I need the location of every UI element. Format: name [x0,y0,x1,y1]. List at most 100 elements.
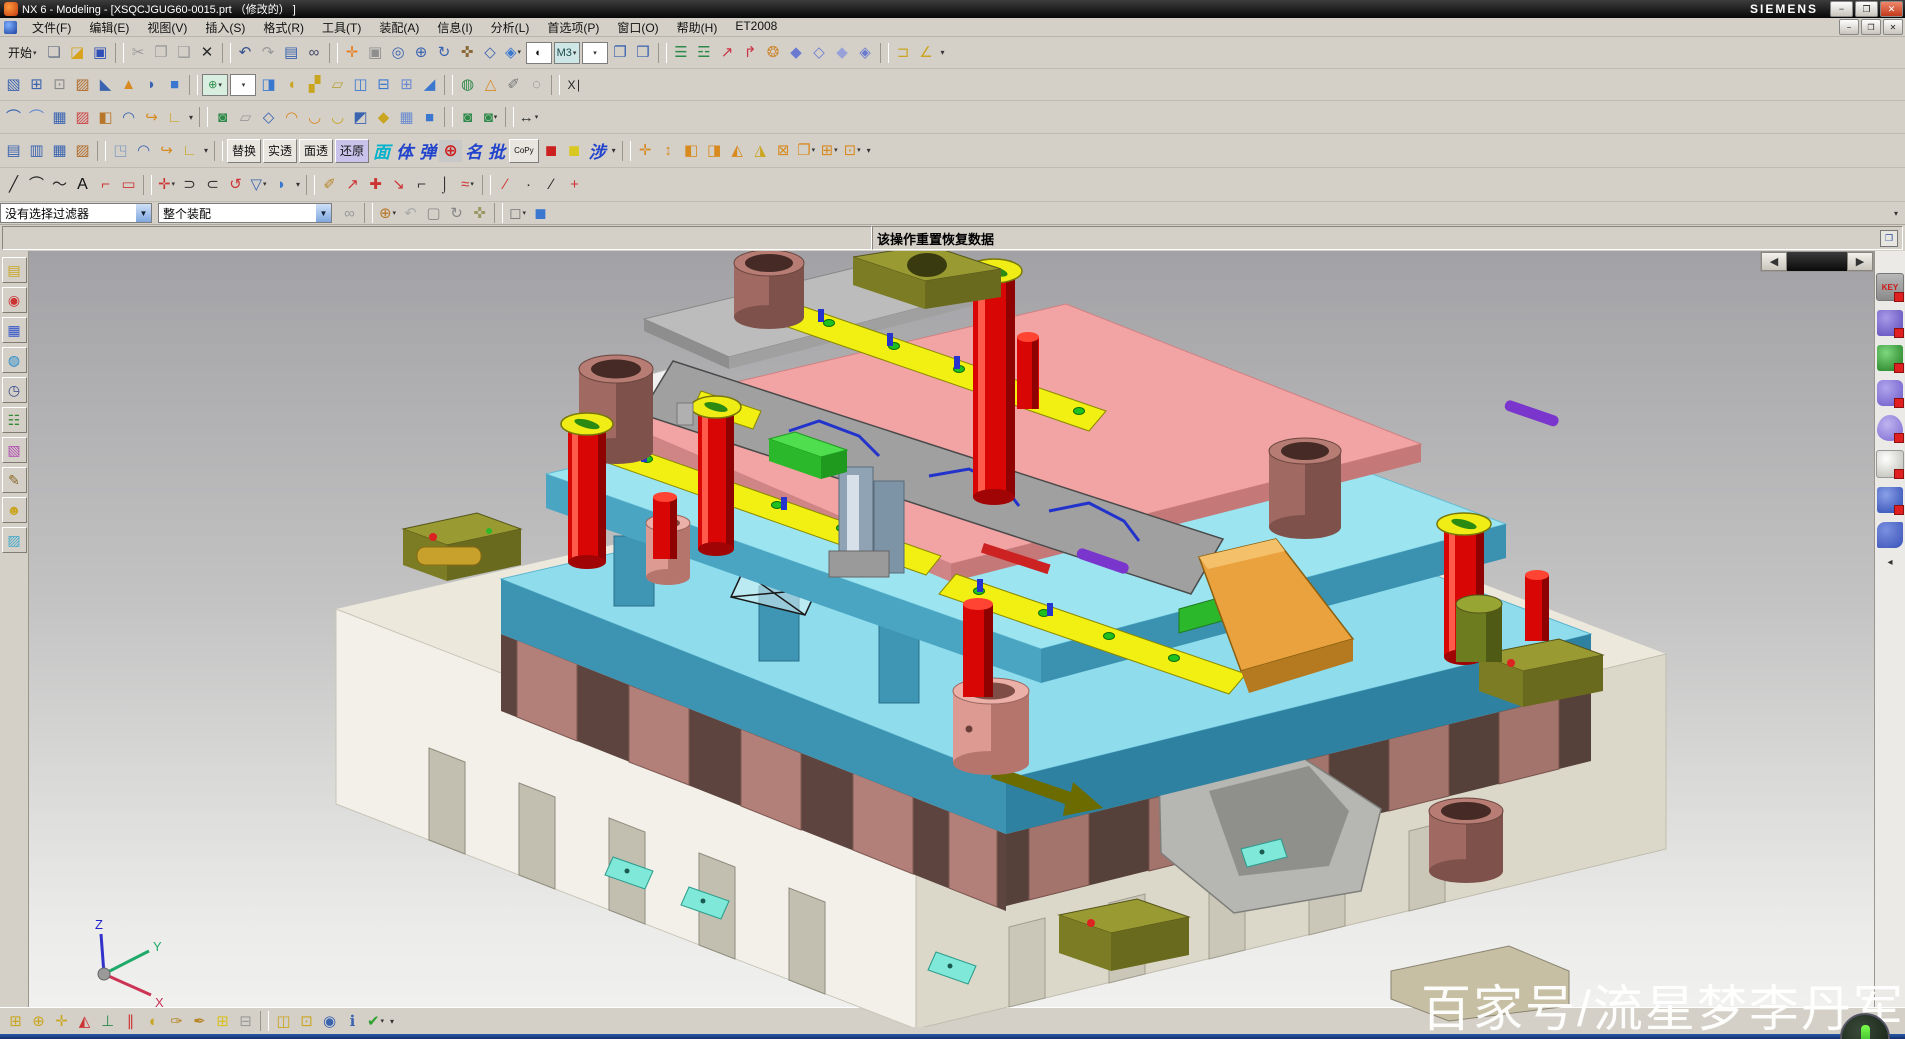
start-button[interactable]: 开始▾ [2,42,43,64]
point-line-b-icon[interactable]: · [517,174,540,196]
join-curve-icon[interactable]: ⌡ [433,174,456,196]
pan-view-icon[interactable]: ✜ [456,42,479,64]
view-popup-button[interactable]: ❒ [1880,230,1898,247]
dimension-tool-icon-dropdown[interactable]: ▾ [535,114,539,121]
text-tool-icon[interactable]: A [71,174,94,196]
start-button-dropdown[interactable]: ▾ [33,49,37,57]
copy-face-icon-dropdown[interactable]: ▾ [812,147,816,154]
delete-face-icon[interactable]: ◭ [726,140,749,162]
corner-feature-icon[interactable]: ◣ [94,74,117,96]
extrude-icon[interactable]: ◨ [257,74,280,96]
chamfer-icon[interactable]: ▽▾ [247,174,270,196]
resize-blend-icon-dropdown[interactable]: ▾ [857,147,861,154]
replace-button[interactable]: 替换 [227,139,261,163]
history-tab[interactable]: ◷ [2,377,27,403]
drag-handle-icon[interactable]: ✜ [468,202,491,224]
menu-assemblies[interactable]: 装配(A) [370,19,428,36]
batch-char-button[interactable]: 批 [485,140,508,162]
pull-face-icon[interactable]: ↕ [657,140,680,162]
palette-key-part[interactable]: KEY [1876,273,1904,301]
fillet-b-icon[interactable]: ⊂ [201,174,224,196]
cut-icon[interactable]: ✂ [127,42,150,64]
palette-collapse-arrow[interactable]: ◂ [1887,557,1892,568]
render-style-icon[interactable]: ◐ [526,42,552,64]
pattern-face-icon-dropdown[interactable]: ▾ [834,147,838,154]
selection-filter-dropdown[interactable]: ▼ [136,204,151,222]
offset-face-icon[interactable]: ◧ [680,140,703,162]
body-char-button[interactable]: 体 [393,140,416,162]
corner-curve-icon[interactable]: ⌐ [410,174,433,196]
revolve-small-icon[interactable]: ◗ [140,74,163,96]
rotate-snap-icon[interactable]: ↻ [445,202,468,224]
smooth-spline-icon[interactable]: ≈▾ [456,174,479,196]
cross-face-icon[interactable]: ⊠ [772,140,795,162]
pattern-face-icon[interactable]: ⊞▾ [818,140,841,162]
paste-icon[interactable]: ❑ [173,42,196,64]
shaded-cube-icon[interactable]: ◼ [529,202,552,224]
die-section-block[interactable] [829,467,904,577]
sketch-curve-icon[interactable]: ✐ [502,74,525,96]
swoop-b-icon[interactable]: ◡ [326,106,349,128]
selection-filter-combo[interactable]: 没有选择过滤器 ▼ [0,203,152,223]
point-icon[interactable]: ✛▾ [155,174,178,196]
horizontal-scrollbar[interactable]: ◀ ▶ [1760,251,1874,272]
lasso-select-icon-dropdown[interactable]: ▾ [522,210,526,217]
invert-shown-icon[interactable]: ◆ [831,42,854,64]
cascade-window-icon[interactable]: ❒ [632,42,655,64]
swept-wall-icon[interactable]: ◠ [132,140,155,162]
undo-icon[interactable]: ↶ [234,42,257,64]
ruled-surface-icon[interactable]: ⌒ [2,106,25,128]
new-window-icon[interactable]: ❐ [609,42,632,64]
clamp-tool-alt-icon-dropdown[interactable]: ▾ [494,114,498,121]
bend-l-icon[interactable]: ∟ [163,106,186,128]
toolbar-overflow-caret[interactable]: ▾ [186,113,196,122]
wireframe-box-icon[interactable]: ⊡ [48,74,71,96]
delete-icon[interactable]: ✕ [196,42,219,64]
sketch-button[interactable]: ⊕▾ [202,74,228,96]
edit-object-display-icon[interactable]: ❂ [762,42,785,64]
smooth-spline-icon-dropdown[interactable]: ▾ [470,181,474,188]
sketch-button-dropdown[interactable]: ▾ [218,81,222,89]
point-line-c-icon[interactable]: ∕ [540,174,563,196]
measure-angle-icon[interactable]: ∠ [915,42,938,64]
datum-plane-swatch[interactable]: ▾ [230,74,256,96]
shaded-view-icon[interactable]: ◈▾ [502,42,525,64]
mesh-a-icon[interactable]: ▤ [2,140,25,162]
offset-surface-icon[interactable]: ◙ [211,106,234,128]
swoop-a-icon[interactable]: ◡ [303,106,326,128]
profile-icon[interactable]: ⌐ [94,174,117,196]
fit-view-icon[interactable]: ✛ [341,42,364,64]
swept-surface-icon[interactable]: ◠ [117,106,140,128]
mesh-b-icon[interactable]: ▥ [25,140,48,162]
spline-icon[interactable]: ～ [48,174,71,196]
solid-cube-icon[interactable]: ■ [163,74,186,96]
datum-plane-icon[interactable]: ⊞ [25,74,48,96]
zoom-box-icon[interactable]: ▣ [364,42,387,64]
background-swatch-dropdown[interactable]: ▾ [593,49,597,57]
scroll-right-button[interactable]: ▶ [1847,252,1873,271]
swept-block-icon[interactable]: ◧ [94,106,117,128]
point-icon-dropdown[interactable]: ▾ [172,181,176,188]
open-folder-icon[interactable]: ◪ [66,42,89,64]
yellow-cube-icon[interactable]: ◼ [563,140,586,162]
menu-insert[interactable]: 插入(S) [196,19,254,36]
trim-body-icon[interactable]: X∣ [563,74,586,96]
zoom-in-out-icon[interactable]: ⊕ [410,42,433,64]
spring-char-button[interactable]: 弹 [416,140,439,162]
subtract-icon[interactable]: ⊟ [372,74,395,96]
constraint-navigator-tab[interactable]: ◉ [2,287,27,313]
pad-feature-icon[interactable]: ▲ [117,74,140,96]
menu-file[interactable]: 文件(F) [23,19,80,36]
center-target-button[interactable]: ⊕ [439,140,462,162]
background-swatch[interactable]: ▾ [582,42,608,64]
graphics-window[interactable]: 1719.2K( [29,251,1874,1007]
palette-t-punch-part[interactable] [1877,310,1903,336]
cad-model-canvas[interactable]: 1719.2K( [29,251,1876,1027]
red-cube-icon[interactable]: ◼ [540,140,563,162]
sketch-hatch-icon[interactable]: ▨ [71,74,94,96]
menu-preferences[interactable]: 首选项(P) [538,19,608,36]
trim-curve-icon[interactable]: ↗ [341,174,364,196]
palette-green-bushing-part[interactable] [1877,345,1903,371]
information-icon[interactable]: ▤ [280,42,303,64]
menu-edit[interactable]: 编辑(E) [80,19,138,36]
